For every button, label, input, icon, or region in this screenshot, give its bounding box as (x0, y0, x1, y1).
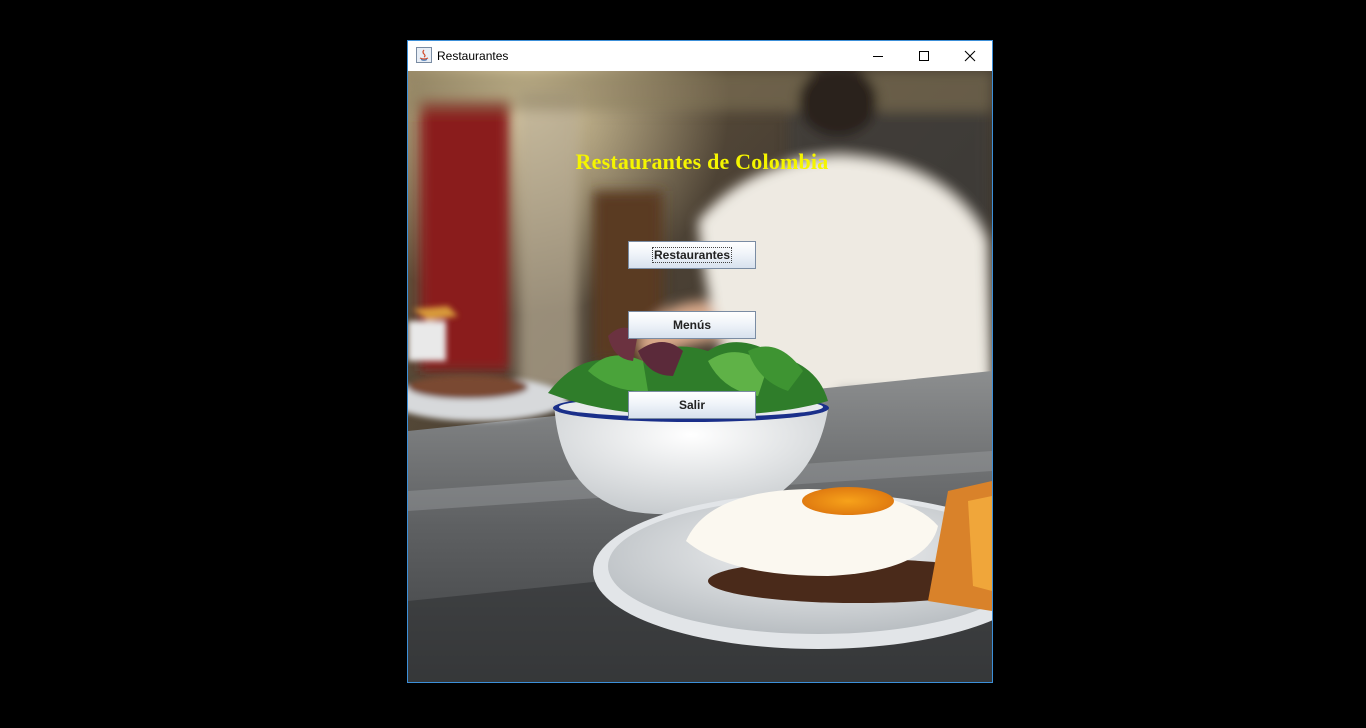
desktop: Restaurantes Restaurantes de Colombia Re… (0, 0, 1366, 728)
close-button[interactable] (947, 41, 992, 71)
menus-button[interactable]: Menús (628, 311, 756, 339)
window-title: Restaurantes (437, 49, 509, 63)
minimize-button[interactable] (855, 41, 901, 71)
maximize-button[interactable] (901, 41, 947, 71)
salir-button[interactable]: Salir (628, 391, 756, 419)
title-bar[interactable]: Restaurantes (408, 41, 992, 71)
restaurantes-button-label: Restaurantes (651, 247, 733, 263)
menus-button-label: Menús (672, 318, 711, 332)
page-heading: Restaurantes de Colombia (575, 149, 829, 174)
app-window: Restaurantes Restaurantes de Colombia Re… (407, 40, 993, 683)
content-panel: Restaurantes de Colombia Restaurantes Me… (408, 71, 992, 682)
close-icon (964, 50, 976, 62)
java-app-icon (416, 47, 432, 63)
maximize-icon (919, 51, 929, 61)
salir-button-label: Salir (678, 398, 705, 412)
minimize-icon (873, 56, 883, 57)
restaurantes-button[interactable]: Restaurantes (628, 241, 756, 269)
